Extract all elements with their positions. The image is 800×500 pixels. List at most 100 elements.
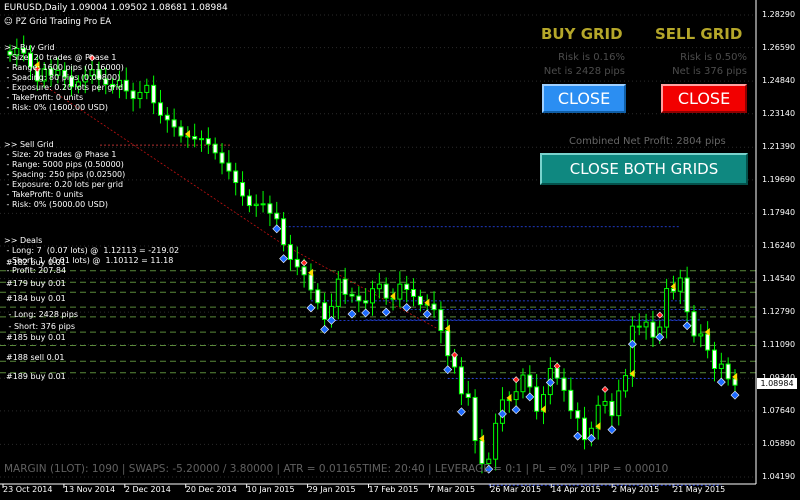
candle-body bbox=[513, 391, 519, 401]
candle-body bbox=[246, 195, 252, 207]
y-tick-label: 1.07640 bbox=[762, 405, 796, 415]
buy-net-text: Net is 2428 pips bbox=[543, 66, 625, 77]
info-line: - Size: 20 trades @ Phase 1 bbox=[4, 53, 117, 62]
buy-marker bbox=[456, 407, 466, 417]
candle-body bbox=[199, 138, 205, 141]
candle bbox=[349, 287, 355, 303]
candle-body bbox=[691, 311, 697, 337]
candle bbox=[643, 313, 649, 340]
x-tick-label: 23 Oct 2014 bbox=[3, 485, 53, 494]
candle bbox=[595, 395, 601, 440]
buy-marker bbox=[306, 303, 316, 313]
candle-body bbox=[472, 396, 478, 442]
buy-marker bbox=[545, 378, 555, 387]
candle-body bbox=[575, 410, 581, 419]
deals-info: >> Deals - Long: 7 (0.07 lots) @ 1.12113… bbox=[4, 236, 179, 276]
candle-body bbox=[664, 288, 670, 328]
buy-marker bbox=[607, 425, 617, 435]
candle bbox=[178, 120, 184, 143]
candle-body bbox=[240, 182, 246, 197]
x-tick-label: 17 Feb 2015 bbox=[368, 485, 419, 494]
info-line: - Size: 20 trades @ Phase 1 bbox=[4, 150, 117, 159]
sell-risk-text: Risk is 0.50% bbox=[680, 52, 747, 63]
x-tick-label: 26 Mar 2015 bbox=[490, 485, 542, 494]
candle bbox=[199, 130, 205, 152]
buy-marker bbox=[586, 433, 596, 443]
candle bbox=[246, 189, 252, 213]
candle bbox=[370, 280, 375, 316]
candle bbox=[609, 393, 615, 429]
candle bbox=[513, 380, 519, 410]
candle-body bbox=[582, 417, 588, 441]
candle bbox=[137, 81, 143, 109]
candle bbox=[404, 275, 410, 303]
candle-body bbox=[643, 321, 649, 328]
candle-body bbox=[520, 374, 526, 393]
buy-marker bbox=[627, 339, 637, 349]
buy-marker bbox=[525, 392, 535, 402]
buy-marker bbox=[730, 390, 740, 400]
candle bbox=[171, 108, 177, 137]
candle bbox=[376, 272, 382, 299]
candle bbox=[123, 67, 129, 100]
candle-body bbox=[479, 440, 485, 465]
trade-label: #189 buy 0.01 bbox=[6, 372, 66, 381]
trade-label: - Short: 376 pips bbox=[6, 322, 76, 331]
candle-body bbox=[356, 295, 362, 302]
candle-body bbox=[534, 386, 540, 412]
sell-marker bbox=[512, 376, 520, 384]
buy-grid-title: BUY GRID bbox=[541, 25, 623, 43]
candle bbox=[130, 82, 136, 112]
buy-marker bbox=[381, 307, 391, 317]
candle-body bbox=[493, 422, 499, 460]
candle-body bbox=[602, 400, 608, 406]
candle-body bbox=[718, 363, 724, 369]
candle-body bbox=[568, 389, 574, 412]
info-line: - Spacing: 250 pips (0.02500) bbox=[4, 170, 126, 179]
candle-body bbox=[164, 114, 170, 121]
close-buy-grid-button[interactable]: CLOSE bbox=[542, 84, 626, 113]
info-line: - Range: 1600 pips (0.16000) bbox=[4, 63, 124, 72]
y-tick-label: 1.05890 bbox=[762, 439, 796, 449]
info-line: - Risk: 0% (5000.00 USD) bbox=[4, 200, 108, 209]
candle bbox=[691, 305, 697, 343]
y-tick-label: 1.19690 bbox=[762, 174, 796, 184]
candle-body bbox=[287, 244, 293, 260]
close-both-grids-button[interactable]: CLOSE BOTH GRIDS bbox=[540, 153, 748, 185]
candle bbox=[650, 310, 656, 348]
candle-body bbox=[308, 274, 314, 291]
buy-marker bbox=[361, 308, 371, 318]
candle-body bbox=[192, 136, 198, 140]
candle-body bbox=[650, 321, 656, 338]
close-sell-grid-button[interactable]: CLOSE bbox=[661, 84, 747, 113]
candle-body bbox=[226, 162, 232, 172]
candle-body bbox=[445, 330, 451, 357]
candle bbox=[582, 406, 588, 450]
candle-body bbox=[342, 278, 348, 295]
candle bbox=[534, 374, 540, 420]
y-tick-label: 1.21390 bbox=[762, 142, 796, 152]
candle bbox=[711, 341, 717, 382]
y-tick-label: 1.16240 bbox=[762, 241, 796, 250]
ea-name-text: PZ Grid Trading Pro EA bbox=[15, 17, 112, 27]
info-line: - Spacing: 80 pips (0.00800) bbox=[4, 73, 121, 82]
candle-body bbox=[629, 325, 635, 377]
info-line: - Long: 7 (0.07 lots) @ 1.12113 = -219.0… bbox=[4, 246, 180, 255]
candle bbox=[540, 386, 546, 425]
candle-body bbox=[349, 293, 355, 297]
candle-body bbox=[315, 289, 321, 304]
candle bbox=[260, 190, 266, 213]
candle bbox=[192, 123, 198, 148]
candle bbox=[240, 171, 246, 206]
candle bbox=[363, 287, 369, 312]
candle-body bbox=[205, 138, 211, 145]
candle bbox=[308, 263, 314, 300]
candle-body bbox=[684, 277, 690, 313]
y-tick-label: 1.28290 bbox=[762, 10, 796, 19]
candle-body bbox=[411, 289, 417, 297]
info-line: >> Deals bbox=[4, 236, 43, 245]
candle bbox=[397, 271, 403, 308]
y-tick-label: 1.09340 bbox=[762, 373, 796, 383]
candle bbox=[164, 107, 170, 133]
candle bbox=[287, 234, 293, 271]
